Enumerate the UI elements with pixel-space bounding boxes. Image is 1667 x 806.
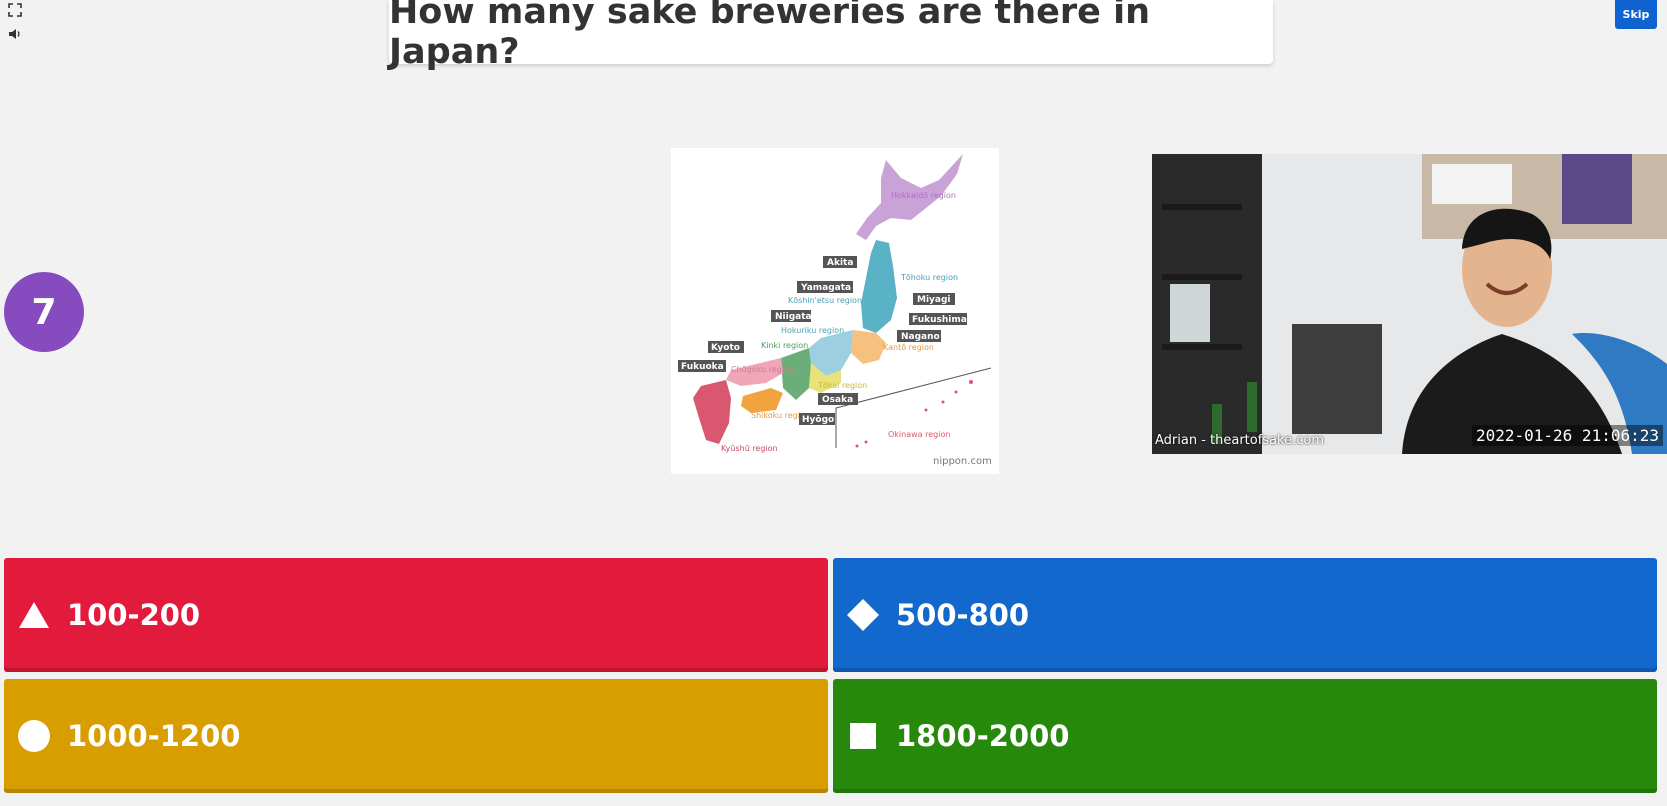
countdown-timer: 7 [4,272,84,352]
kyushu-shape [693,380,731,444]
tag-hyogo: Hyōgo [802,415,834,425]
question-title: How many sake breweries are there in Jap… [389,0,1273,72]
fullscreen-icon [8,3,22,17]
shikoku-shape [741,388,783,413]
triangle-icon [17,598,51,632]
diamond-icon [846,598,880,632]
tag-niigata: Niigata [775,312,812,322]
kinki-shape [781,348,811,400]
tag-akita: Akita [827,258,853,268]
video-timestamp: 2022-01-26 21:06:23 [1471,425,1663,446]
answer-label: 500-800 [896,598,1030,632]
label-tohoku: Tōhoku region [900,273,958,282]
label-kyushu: Kyūshū region [721,444,778,453]
japan-regions-map: Hokkaidō region Tōhoku region Kōshin'ets… [671,148,999,474]
map-credit: nippon.com [933,456,992,467]
label-hokuriku: Hokuriku region [781,326,844,335]
label-chugoku: Chūgoku region [731,365,794,374]
kanto-shape [851,330,886,364]
tag-miyagi: Miyagi [917,295,951,305]
answer-diamond[interactable]: 500-800 [833,558,1657,672]
tohoku-shape [861,240,897,333]
webcam-video: Adrian - theartofsake.com 2022-01-26 21:… [1152,154,1667,454]
tag-nagano: Nagano [901,332,940,342]
answer-label: 1800-2000 [896,719,1070,753]
label-hokkaido: Hokkaidō region [891,191,956,200]
speaker-icon [9,29,20,39]
answer-label: 100-200 [67,598,201,632]
answer-triangle[interactable]: 100-200 [4,558,828,672]
label-okinawa: Okinawa region [888,430,950,439]
answer-circle[interactable]: 1000-1200 [4,679,828,793]
label-tokai: Tōkai region [817,381,867,390]
fullscreen-button[interactable] [4,0,26,20]
tag-fukuoka: Fukuoka [681,362,724,372]
tag-osaka: Osaka [822,395,853,405]
label-kanto: Kantō region [883,343,934,352]
answer-square[interactable]: 1800-2000 [833,679,1657,793]
skip-button[interactable]: Skip [1615,0,1657,29]
label-kinki: Kinki region [761,341,808,350]
answer-label: 1000-1200 [67,719,241,753]
tag-yamagata: Yamagata [800,283,851,293]
circle-icon [17,719,51,753]
square-icon [846,719,880,753]
video-caption: Adrian - theartofsake.com [1155,433,1325,448]
sound-button[interactable] [4,24,26,44]
tag-kyoto: Kyoto [711,343,740,353]
tag-fukushima: Fukushima [912,315,967,325]
label-koshinetsu: Kōshin'etsu region [788,296,862,305]
